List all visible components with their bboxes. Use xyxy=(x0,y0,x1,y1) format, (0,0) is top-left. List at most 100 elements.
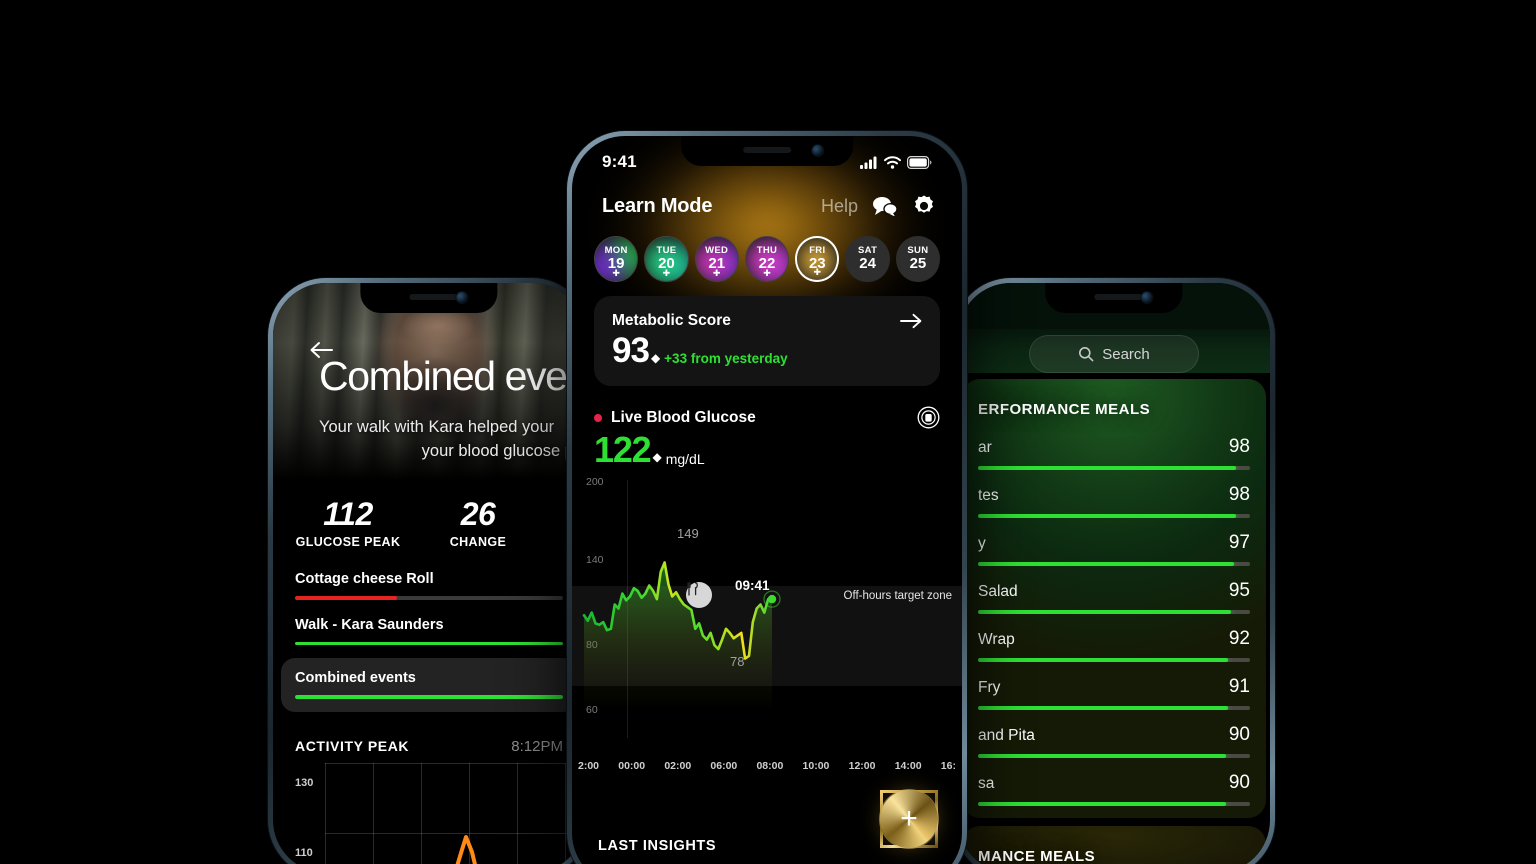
day-marker-icon: ✚ xyxy=(612,268,620,278)
stat-label: CHANGE xyxy=(449,535,507,549)
cgm-sensor-icon[interactable] xyxy=(917,406,940,429)
meal-name: ar xyxy=(978,439,992,456)
meal-name: sa xyxy=(978,775,995,792)
meal-line: Salad 95 xyxy=(978,580,1250,602)
page-title: Combined eve xyxy=(319,353,568,399)
list-item[interactable]: Walk - Kara Saunders xyxy=(273,609,585,655)
event-list: Cottage cheese Roll Walk - Kara Saunders… xyxy=(273,559,585,712)
app-header: Learn Mode Help xyxy=(572,172,962,218)
day-pill-thu[interactable]: THU 22 ✚ xyxy=(744,236,790,282)
list-item-selected[interactable]: Combined events xyxy=(281,658,577,712)
meal-progress xyxy=(978,802,1250,806)
diamond-icon: ◆ xyxy=(650,351,661,365)
x-tick: 02:00 xyxy=(664,760,692,772)
list-item[interactable]: y 97 xyxy=(962,530,1266,578)
day-pill-wed[interactable]: WED 21 ✚ xyxy=(694,236,739,282)
y-tick: 130 xyxy=(295,776,314,789)
day-pill-fri[interactable]: FRI 23 ✚ xyxy=(795,236,840,282)
event-name: Combined events xyxy=(295,670,416,686)
stat-value: 112 xyxy=(323,496,373,532)
search-bar-area: Search xyxy=(958,329,1270,373)
stat-change: 26 CHANGE xyxy=(423,496,533,549)
live-glucose-value: 122 xyxy=(594,429,652,470)
arrow-right-icon[interactable] xyxy=(900,312,922,333)
list-item[interactable]: and Pita 90 xyxy=(962,722,1266,770)
meal-score: 98 xyxy=(1228,484,1250,505)
metabolic-score-value: 93 xyxy=(612,331,650,370)
meal-score: 92 xyxy=(1228,628,1250,649)
x-tick: 06:00 xyxy=(710,760,738,772)
day-marker-icon: ✚ xyxy=(662,268,671,278)
notch xyxy=(360,283,498,313)
meal-line: tes 98 xyxy=(978,484,1250,506)
list-item[interactable]: Fry 91 xyxy=(962,674,1266,722)
live-glucose-header: Live Blood Glucose xyxy=(594,406,940,429)
hero-subtitle-line2: your blood glucose peak by 1 xyxy=(421,442,585,460)
meal-card-title: ERFORMANCE MEALS xyxy=(978,401,1151,418)
gear-icon[interactable] xyxy=(912,194,936,218)
activity-peak-title: ACTIVITY PEAK xyxy=(295,738,410,754)
x-tick: 10:00 xyxy=(802,760,830,772)
center-phone-screen: 9:41 Learn Mode Help MON 19 ✚ TUE 20 ✚ W… xyxy=(572,136,962,864)
meal-score: 90 xyxy=(1228,724,1250,745)
left-phone-screen: Combined eve Your walk with Kara helped … xyxy=(273,283,585,864)
meal-line: ar 98 xyxy=(978,436,1250,458)
list-item[interactable]: Cottage cheese Roll xyxy=(273,563,585,609)
meal-icon[interactable] xyxy=(686,582,712,608)
event-bar xyxy=(295,641,563,645)
front-camera xyxy=(456,292,468,303)
metabolic-score-card[interactable]: Metabolic Score 93 ◆ +33 from yesterday xyxy=(594,296,940,386)
x-tick: 14:00 xyxy=(894,760,922,772)
search-icon xyxy=(1079,347,1094,362)
add-button[interactable]: + xyxy=(880,790,938,848)
list-item[interactable]: ar 98 xyxy=(962,434,1266,482)
current-time-label: 09:41 xyxy=(735,578,770,593)
meal-name: Fry xyxy=(978,679,1001,696)
meal-score: 97 xyxy=(1228,532,1250,553)
chat-bubbles-icon[interactable] xyxy=(872,196,898,216)
status-bar: 9:41 xyxy=(572,136,962,172)
day-pill-tue[interactable]: TUE 20 ✚ xyxy=(644,236,689,282)
hero-subtitle-line1: Your walk with Kara helped your xyxy=(319,418,555,436)
plus-icon: + xyxy=(900,802,918,835)
day-pill-sat[interactable]: SAT 24 xyxy=(845,236,890,282)
x-tick: 00:00 xyxy=(618,760,646,772)
peak-low-label: 78 xyxy=(730,654,745,669)
meal-line: Fry 91 xyxy=(978,676,1250,698)
metabolic-score-label: Metabolic Score xyxy=(612,312,731,329)
meal-score: 95 xyxy=(1228,580,1250,601)
list-item[interactable]: tes 98 xyxy=(962,482,1266,530)
meal-name: Salad xyxy=(978,583,1018,600)
cellular-icon xyxy=(860,156,877,169)
meal-line: y 97 xyxy=(978,532,1250,554)
list-item[interactable]: Wrap 92 xyxy=(962,626,1266,674)
live-glucose-unit: mg/dL xyxy=(665,451,705,467)
help-button[interactable]: Help xyxy=(821,196,858,217)
meal-line: and Pita 90 xyxy=(978,724,1250,746)
live-indicator-dot xyxy=(594,413,602,422)
day-pill-mon[interactable]: MON 19 ✚ xyxy=(594,236,639,282)
search-input[interactable]: Search xyxy=(1029,335,1199,373)
stats-row: 112 GLUCOSE PEAK 26 CHANGE TIME xyxy=(273,480,585,559)
peak-high-label: 149 xyxy=(677,526,699,541)
day-marker-icon: ✚ xyxy=(813,267,822,277)
glucose-chart[interactable]: Off-hours target zone 200 140 80 60 149 … xyxy=(572,474,962,774)
day-selector[interactable]: MON 19 ✚ TUE 20 ✚ WED 21 ✚ THU 22 ✚ FRI 23 ✚ SAT 24 SUN 25 xyxy=(572,218,962,282)
meal-card: ERFORMANCE MEALS ar 98 tes 98 y 97 Salad 95 Wrap 9… xyxy=(962,379,1266,818)
activity-chart: 130 110 xyxy=(295,762,585,864)
list-item[interactable]: sa 90 xyxy=(962,770,1266,818)
event-bar xyxy=(295,695,563,699)
event-name: Cottage cheese Roll xyxy=(295,571,434,587)
day-marker-icon: ✚ xyxy=(763,268,771,278)
live-glucose-section: Live Blood Glucose 122 ◆ mg/dL xyxy=(572,386,962,468)
notch xyxy=(1045,283,1183,313)
live-glucose-title-group: Live Blood Glucose xyxy=(594,409,756,427)
y-tick: 110 xyxy=(295,846,313,859)
right-phone-screen: Search ERFORMANCE MEALS ar 98 tes 98 y 97 Salad… xyxy=(958,283,1270,864)
activity-peak-time: 8:12PM xyxy=(511,737,563,755)
day-pill-sun[interactable]: SUN 25 xyxy=(895,236,941,282)
list-item[interactable]: Salad 95 xyxy=(962,578,1266,626)
status-icons xyxy=(860,155,932,169)
activity-peak-header: ACTIVITY PEAK 8:12PM xyxy=(273,716,585,763)
meal-name: y xyxy=(978,535,986,552)
